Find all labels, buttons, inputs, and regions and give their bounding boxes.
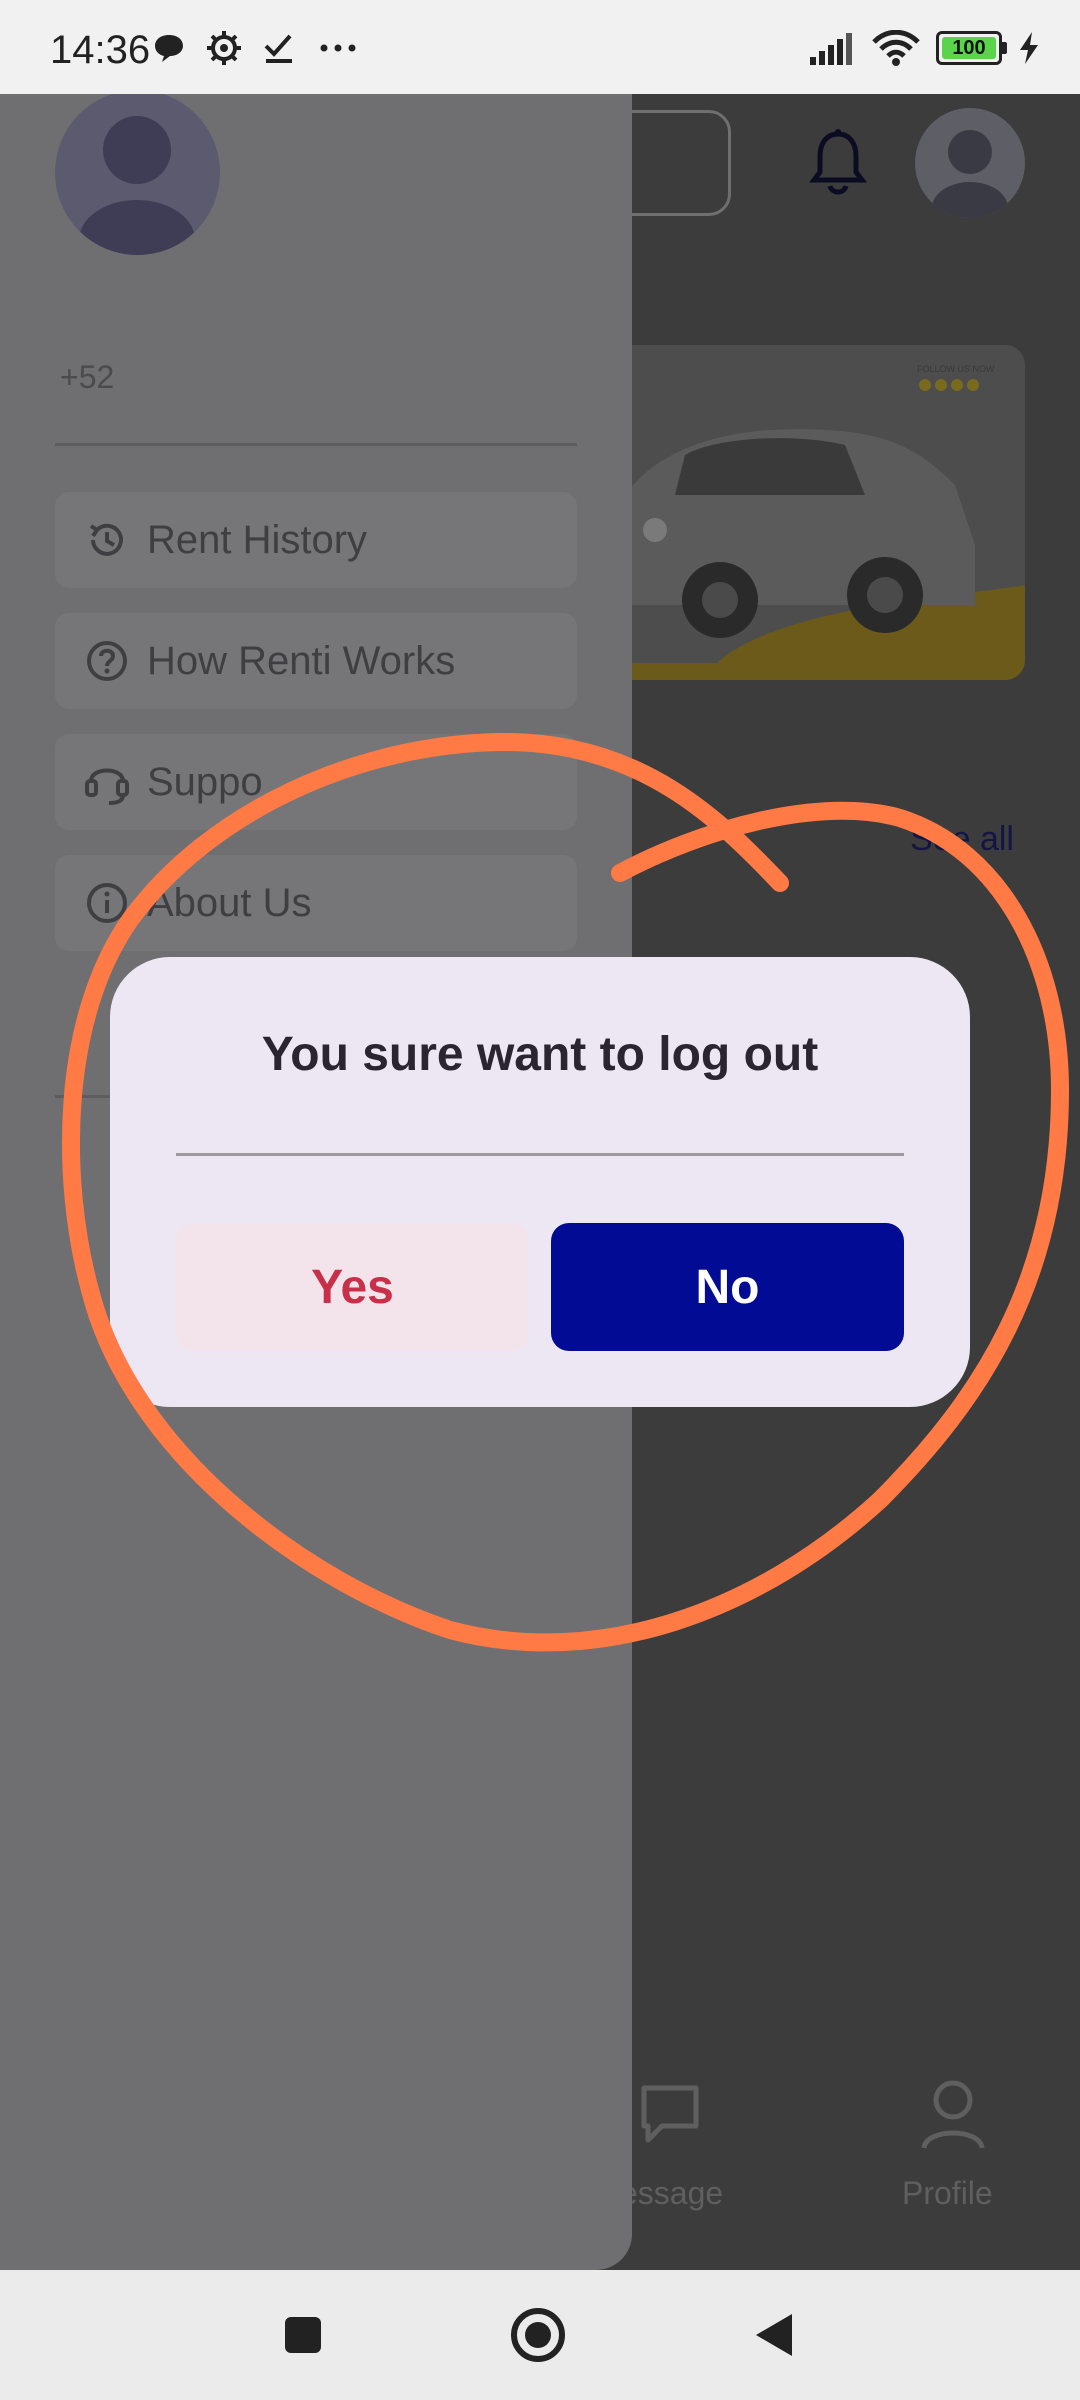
car-banner-image: FOLLOW US NOW (595, 345, 1025, 680)
charging-icon (1020, 32, 1038, 64)
avatar-person-icon (932, 130, 1008, 218)
status-icons-right: 100 (808, 30, 1040, 66)
battery-level: 100 (952, 36, 986, 59)
profile-avatar[interactable] (915, 108, 1025, 218)
menu-item-rent-history[interactable]: Rent History (55, 492, 577, 588)
menu-item-label: Rent History (147, 517, 368, 562)
settings-gear-icon (207, 31, 241, 65)
see-all-link[interactable]: See all (910, 820, 1014, 859)
dialog-title: You sure want to log out (261, 1028, 819, 1081)
drawer-avatar-person-icon (79, 116, 195, 255)
phone-number: +52 (60, 359, 115, 395)
menu-item-how-renti-works[interactable]: How Renti Works (55, 613, 577, 709)
status-icons-left (152, 30, 360, 66)
check-icon (264, 34, 292, 63)
status-bar: 14:36 100 (0, 0, 1080, 94)
menu-item-about-us[interactable]: About Us (55, 855, 577, 951)
yes-button[interactable]: Yes (176, 1223, 529, 1351)
headset-icon (77, 757, 137, 807)
battery-icon: 100 (936, 31, 1007, 65)
drawer-avatar[interactable] (55, 90, 220, 255)
no-button[interactable]: No (551, 1223, 904, 1351)
recent-apps-button[interactable] (283, 2315, 323, 2355)
dialog-divider (176, 1153, 904, 1156)
banner-follow-text: FOLLOW US NOW (917, 364, 995, 374)
menu-item-label: How Renti Works (147, 638, 456, 683)
more-dots-icon (320, 44, 356, 52)
nav-profile-label[interactable]: Profile (902, 2175, 993, 2212)
message-icon[interactable] (638, 2082, 702, 2146)
info-icon (77, 881, 137, 925)
wifi-icon (872, 30, 920, 66)
profile-nav-icon[interactable] (918, 2078, 988, 2152)
promo-banner[interactable]: FOLLOW US NOW (595, 345, 1025, 680)
menu-item-label: About Us (147, 880, 312, 925)
signal-icon (810, 33, 852, 65)
menu-item-support[interactable]: Suppo (55, 734, 577, 830)
system-nav-bar (0, 2270, 1080, 2400)
back-button[interactable] (752, 2311, 796, 2359)
nav-message-label[interactable]: essage (620, 2175, 723, 2212)
history-icon (77, 518, 137, 562)
home-button[interactable] (509, 2306, 567, 2364)
question-icon (77, 639, 137, 683)
menu-item-label: Suppo (147, 759, 263, 804)
drawer-divider (55, 443, 577, 446)
logout-dialog: You sure want to log out Yes No (110, 957, 970, 1407)
chat-bubble-icon (155, 35, 183, 62)
status-time: 14:36 (50, 28, 151, 72)
notification-bell-icon[interactable] (808, 128, 868, 198)
